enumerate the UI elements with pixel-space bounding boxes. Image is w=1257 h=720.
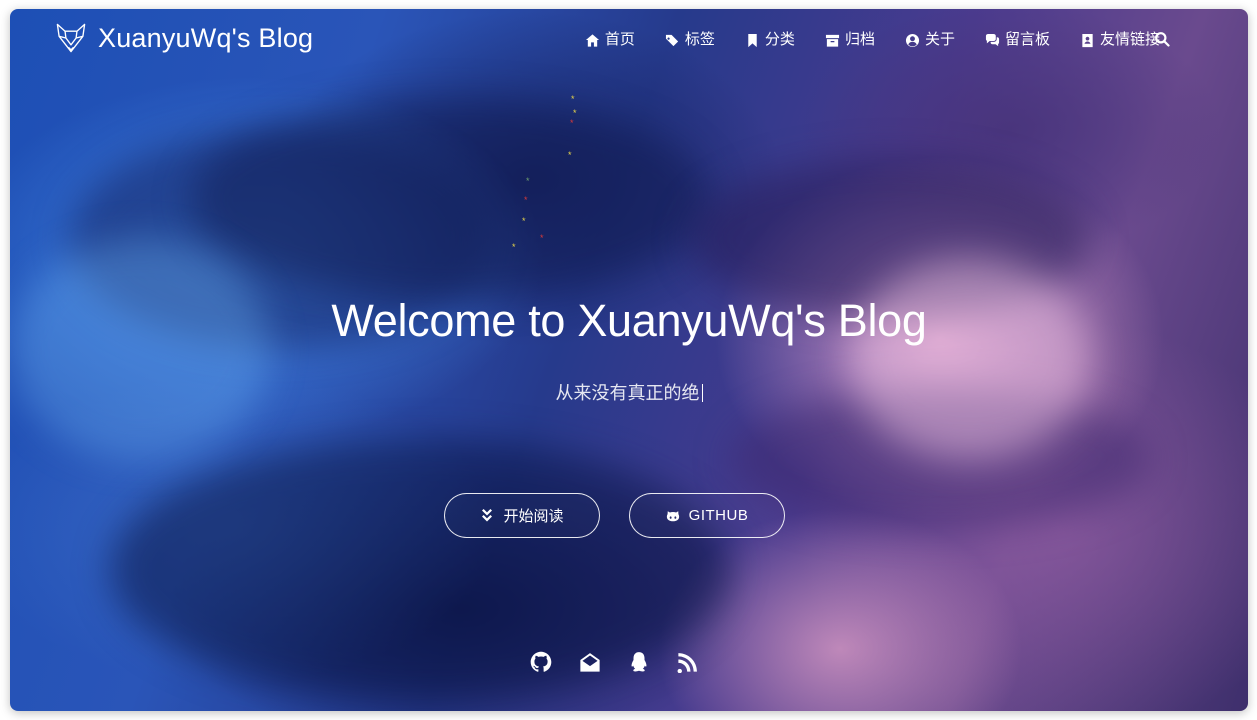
qq-icon [631,652,647,672]
home-icon [585,33,599,47]
sparkle-decoration: * [540,233,544,243]
github-alt-icon [666,510,679,521]
sparkle-decoration: * [570,118,574,128]
nav-item-friend-links[interactable]: 友情链接 [1080,30,1160,50]
github-label: GITHUB [688,507,749,524]
brand[interactable]: XuanyuWq's Blog [54,21,313,55]
nav-label: 留言板 [1004,31,1050,48]
top-navbar: XuanyuWq's Blog 首页 标签 分类 归档 关于 留言板 友情链接 [10,9,1248,73]
nav-label: 分类 [764,31,795,48]
nav-item-categories[interactable]: 分类 [745,30,795,50]
nav-label: 友情链接 [1099,31,1160,48]
main-nav: 首页 标签 分类 归档 关于 留言板 友情链接 [555,30,1160,50]
user-circle-icon [905,33,920,47]
nav-label: 关于 [924,31,955,48]
github-icon [530,651,552,672]
sparkle-decoration: * [512,242,516,252]
social-email-link[interactable] [579,651,601,673]
nav-item-about[interactable]: 关于 [905,30,955,50]
social-rss-link[interactable] [677,651,699,673]
sparkle-decoration: * [568,150,572,160]
start-reading-label: 开始阅读 [503,508,564,525]
nav-label: 标签 [684,31,715,48]
hero-title: Welcome to XuanyuWq's Blog [331,295,927,346]
nav-item-archive[interactable]: 归档 [825,30,875,50]
sparkle-decoration: * [573,108,577,118]
typed-subtitle: 从来没有真正的绝 [555,383,700,403]
start-reading-button[interactable]: 开始阅读 [444,493,600,538]
github-button[interactable]: GITHUB [629,493,785,538]
tags-icon [665,34,679,46]
nav-item-tags[interactable]: 标签 [665,30,715,50]
comments-icon [985,33,1000,46]
social-links [530,651,726,673]
sparkle-decoration: * [526,176,530,186]
nav-label: 归档 [844,31,875,48]
brand-title: XuanyuWq's Blog [98,23,314,53]
blog-homepage: * * * * * * * * * XuanyuWq's Blog 首页 标签 [10,9,1248,711]
nav-label: 首页 [604,31,635,48]
social-github-link[interactable] [530,651,552,673]
search-icon [1155,32,1170,47]
typing-caret [701,384,703,402]
nav-item-guestbook[interactable]: 留言板 [985,30,1050,50]
sparkle-decoration: * [524,195,528,205]
sparkle-decoration: * [522,216,526,226]
fox-head-icon [56,23,86,53]
envelope-open-icon [580,653,600,672]
social-qq-link[interactable] [628,651,650,673]
address-book-icon [1082,33,1093,47]
nav-item-home[interactable]: 首页 [585,30,635,50]
search-button[interactable] [1154,31,1170,47]
archive-icon [825,34,839,47]
hero-subtitle: 从来没有真正的绝 [10,381,1248,405]
sparkle-decoration: * [571,94,575,104]
angle-double-down-icon [482,508,493,521]
rss-icon [677,653,697,673]
bookmark-icon [748,33,757,47]
